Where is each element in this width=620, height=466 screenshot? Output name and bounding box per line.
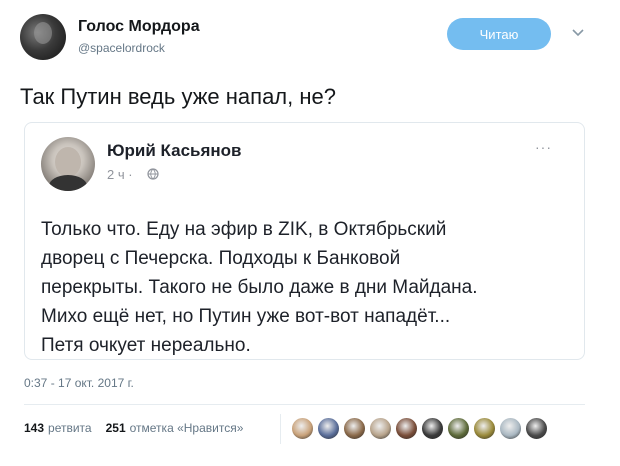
liker-avatar[interactable] [291, 417, 314, 440]
quoted-text-line: Петя очкует нереально. [41, 335, 251, 356]
author-handle[interactable]: @spacelordrock [78, 41, 165, 55]
liker-avatar[interactable] [421, 417, 444, 440]
divider [24, 404, 585, 405]
retweets-stat[interactable]: 143 ретвита [24, 421, 92, 435]
more-options-icon: ··· [535, 139, 552, 155]
author-avatar[interactable] [20, 14, 66, 60]
author-display-name[interactable]: Голос Мордора [78, 18, 200, 36]
liker-avatar[interactable] [369, 417, 392, 440]
chevron-down-icon[interactable] [571, 26, 585, 40]
quoted-post-card[interactable]: Юрий Касьянов 2 ч · ··· Только что. Еду … [24, 122, 585, 360]
liker-avatar[interactable] [343, 417, 366, 440]
globe-icon [147, 168, 159, 180]
liker-avatar[interactable] [525, 417, 548, 440]
liker-avatar[interactable] [395, 417, 418, 440]
quoted-author-avatar [41, 137, 95, 191]
quoted-text-line: Михо ещё нет, но Путин уже вот-вот напад… [41, 306, 451, 327]
follow-button[interactable]: Читаю [447, 18, 551, 50]
tweet-stats: 143 ретвита 251 отметка «Нравится» [24, 421, 243, 435]
quoted-post-time: 2 ч · [107, 167, 133, 182]
quoted-author-name: Юрий Касьянов [107, 141, 242, 160]
likes-label: отметка «Нравится» [129, 421, 244, 435]
liker-avatars [291, 417, 548, 440]
likes-stat[interactable]: 251 отметка «Нравится» [106, 421, 244, 435]
likes-count: 251 [105, 421, 126, 435]
quoted-text-line: дворец с Печерска. Подходы к Банковой [41, 248, 401, 269]
liker-avatar[interactable] [499, 417, 522, 440]
quoted-post-text: Только что. Еду на эфир в ZIK, в Октябрь… [41, 215, 571, 360]
liker-avatar[interactable] [447, 417, 470, 440]
stats-separator [280, 414, 281, 444]
retweets-count: 143 [24, 421, 45, 435]
quoted-text-line: перекрыты. Такого не было даже в дни Май… [41, 277, 478, 298]
tweet-header: Голос Мордора @spacelordrock Читаю [20, 14, 600, 60]
retweets-label: ретвита [48, 421, 92, 435]
tweet-text: Так Путин ведь уже напал, не? [20, 84, 336, 109]
tweet-timestamp[interactable]: 0:37 - 17 окт. 2017 г. [24, 376, 134, 390]
quoted-text-line: Только что. Еду на эфир в ZIK, в Октябрь… [41, 219, 447, 240]
liker-avatar[interactable] [317, 417, 340, 440]
liker-avatar[interactable] [473, 417, 496, 440]
